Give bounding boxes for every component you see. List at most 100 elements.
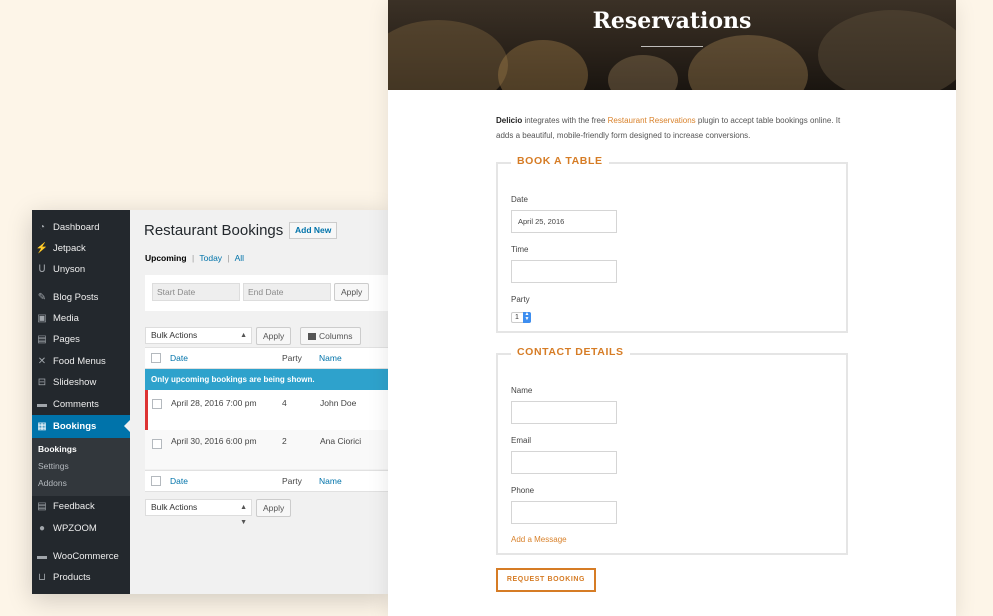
intro-text-before: integrates with the free bbox=[522, 116, 608, 125]
contact-details-fieldset: CONTACT DETAILS Name Email Phone Add a M… bbox=[496, 346, 848, 555]
submenu-item-addons[interactable]: Addons bbox=[38, 478, 67, 488]
column-party: Party bbox=[282, 353, 302, 363]
name-field[interactable] bbox=[511, 401, 617, 424]
row-checkbox[interactable] bbox=[152, 399, 162, 409]
admin-window: ◔ Dashboard ⚡ Jetpack Ս Unyson ✎ Blog Po… bbox=[32, 210, 388, 594]
table-row[interactable]: April 28, 2016 7:00 pm 4 John Doe bbox=[145, 390, 388, 430]
dashboard-icon: ◔ bbox=[38, 222, 46, 233]
stepper-arrows-icon: ▲ ▼ bbox=[523, 311, 531, 323]
feedback-icon: ▤ bbox=[37, 501, 47, 512]
sidebar-item-label: Jetpack bbox=[53, 243, 86, 254]
intro-brand: Delicio bbox=[496, 116, 523, 125]
sidebar-item-feedback[interactable]: ▤ Feedback bbox=[32, 496, 130, 517]
column-date[interactable]: Date bbox=[170, 353, 188, 363]
bulk-actions-select-top[interactable]: Bulk Actions ▲▼ bbox=[145, 327, 252, 354]
email-field[interactable] bbox=[511, 451, 617, 474]
table-row[interactable]: April 30, 2016 6:00 pm 2 Ana Ciorici bbox=[145, 430, 388, 469]
sidebar-item-label: Food Menus bbox=[53, 356, 106, 367]
party-value: 1 bbox=[515, 314, 519, 321]
columns-label: Columns bbox=[319, 331, 353, 341]
upcoming-notice: Only upcoming bookings are being shown. bbox=[145, 369, 388, 390]
media-icon: ▣ bbox=[37, 313, 47, 324]
view-upcoming[interactable]: Upcoming bbox=[145, 253, 187, 263]
name-label: Name bbox=[511, 386, 533, 395]
column-party: Party bbox=[282, 476, 302, 486]
sidebar-item-slideshow[interactable]: ⊟ Slideshow bbox=[32, 372, 130, 393]
sidebar-item-pages[interactable]: ▤ Pages bbox=[32, 329, 130, 350]
submenu-item-bookings[interactable]: Bookings bbox=[38, 444, 77, 454]
sidebar-item-blog-posts[interactable]: ✎ Blog Posts bbox=[32, 287, 130, 308]
sidebar-item-dashboard[interactable]: ◔ Dashboard bbox=[32, 217, 130, 238]
phone-field[interactable] bbox=[511, 501, 617, 524]
cart-icon: ⊔ bbox=[38, 572, 46, 583]
row-name: Ana Ciorici bbox=[320, 436, 362, 446]
wpzoom-icon: ● bbox=[38, 523, 46, 534]
add-message-link[interactable]: Add a Message bbox=[511, 535, 567, 544]
phone-label: Phone bbox=[511, 486, 535, 495]
sidebar-item-label: Comments bbox=[53, 399, 99, 410]
row-party: 4 bbox=[282, 398, 287, 408]
add-new-button[interactable]: Add New bbox=[289, 222, 338, 239]
slideshow-icon: ⊟ bbox=[37, 377, 47, 388]
jetpack-icon: ⚡ bbox=[35, 243, 49, 254]
pin-icon: ✎ bbox=[37, 292, 47, 303]
bookings-submenu: Bookings Settings Addons bbox=[32, 438, 130, 496]
sidebar-item-woocommerce[interactable]: ▬ WooCommerce bbox=[32, 546, 130, 567]
sidebar-item-unyson[interactable]: Ս Unyson bbox=[32, 259, 130, 280]
select-all-checkbox[interactable] bbox=[151, 476, 161, 486]
row-date: April 28, 2016 7:00 pm bbox=[171, 398, 257, 408]
frontend-page: Reservations Delicio integrates with the… bbox=[388, 0, 956, 616]
start-date-input[interactable]: Start Date bbox=[152, 283, 240, 301]
sidebar-item-products[interactable]: ⊔ Products bbox=[32, 567, 130, 588]
sidebar-item-comments[interactable]: ▬ Comments bbox=[32, 394, 130, 415]
end-date-input[interactable]: End Date bbox=[243, 283, 331, 301]
time-field[interactable] bbox=[511, 260, 617, 283]
sidebar-item-jetpack[interactable]: ⚡ Jetpack bbox=[32, 238, 130, 259]
sidebar-item-label: WPZOOM bbox=[53, 523, 97, 534]
comments-icon: ▬ bbox=[37, 399, 47, 410]
page-title: Restaurant Bookings bbox=[144, 222, 284, 239]
sidebar-item-label: Blog Posts bbox=[53, 292, 99, 303]
email-label: Email bbox=[511, 436, 532, 445]
date-apply-button[interactable]: Apply bbox=[334, 283, 370, 301]
column-date[interactable]: Date bbox=[170, 476, 188, 486]
bulk-apply-button-bottom[interactable]: Apply bbox=[256, 499, 292, 517]
select-caret-icon: ▲▼ bbox=[240, 504, 247, 526]
column-name[interactable]: Name bbox=[319, 353, 342, 363]
sidebar-item-wpzoom[interactable]: ● WPZOOM bbox=[32, 518, 130, 539]
party-label: Party bbox=[511, 295, 530, 304]
sidebar-item-media[interactable]: ▣ Media bbox=[32, 308, 130, 329]
hero-banner: Reservations bbox=[388, 0, 956, 90]
select-all-checkbox[interactable] bbox=[151, 353, 161, 363]
sidebar-item-label: Pages bbox=[53, 334, 80, 345]
sidebar-item-label: Bookings bbox=[53, 421, 97, 432]
unyson-icon: Ս bbox=[38, 264, 46, 275]
bulk-apply-button-top[interactable]: Apply bbox=[256, 327, 292, 345]
bulk-actions-label: Bulk Actions bbox=[151, 502, 198, 512]
columns-button[interactable]: Columns bbox=[300, 327, 361, 345]
bulk-actions-select-bottom[interactable]: Bulk Actions ▲ ▼ bbox=[145, 499, 252, 526]
date-label: Date bbox=[511, 195, 528, 204]
pages-icon: ▤ bbox=[37, 334, 47, 345]
submenu-item-settings[interactable]: Settings bbox=[38, 461, 69, 471]
sidebar-item-bookings[interactable]: ▦ Bookings bbox=[32, 415, 130, 438]
row-checkbox[interactable] bbox=[152, 439, 162, 449]
column-name[interactable]: Name bbox=[319, 476, 342, 486]
sidebar-item-food-menus[interactable]: ✕ Food Menus bbox=[32, 351, 130, 372]
table-footer: Date Party Name bbox=[145, 470, 388, 492]
view-today[interactable]: Today bbox=[199, 253, 222, 263]
request-booking-button[interactable]: REQUEST BOOKING bbox=[496, 568, 596, 592]
date-field[interactable]: April 25, 2016 bbox=[511, 210, 617, 233]
admin-sidebar: ◔ Dashboard ⚡ Jetpack Ս Unyson ✎ Blog Po… bbox=[32, 210, 130, 594]
sidebar-item-label: Products bbox=[53, 572, 91, 583]
time-label: Time bbox=[511, 245, 529, 254]
row-date: April 30, 2016 6:00 pm bbox=[171, 436, 257, 446]
admin-content: Restaurant Bookings Add New Upcoming | T… bbox=[130, 210, 388, 594]
restaurant-reservations-link[interactable]: Restaurant Reservations bbox=[608, 116, 696, 125]
party-select[interactable]: 1 ▲ ▼ bbox=[511, 312, 531, 323]
view-all[interactable]: All bbox=[235, 253, 244, 263]
sidebar-item-label: Media bbox=[53, 313, 79, 324]
view-separator: | bbox=[191, 253, 195, 263]
bulk-actions-label: Bulk Actions bbox=[151, 330, 198, 340]
book-a-table-legend: BOOK A TABLE bbox=[511, 155, 609, 167]
